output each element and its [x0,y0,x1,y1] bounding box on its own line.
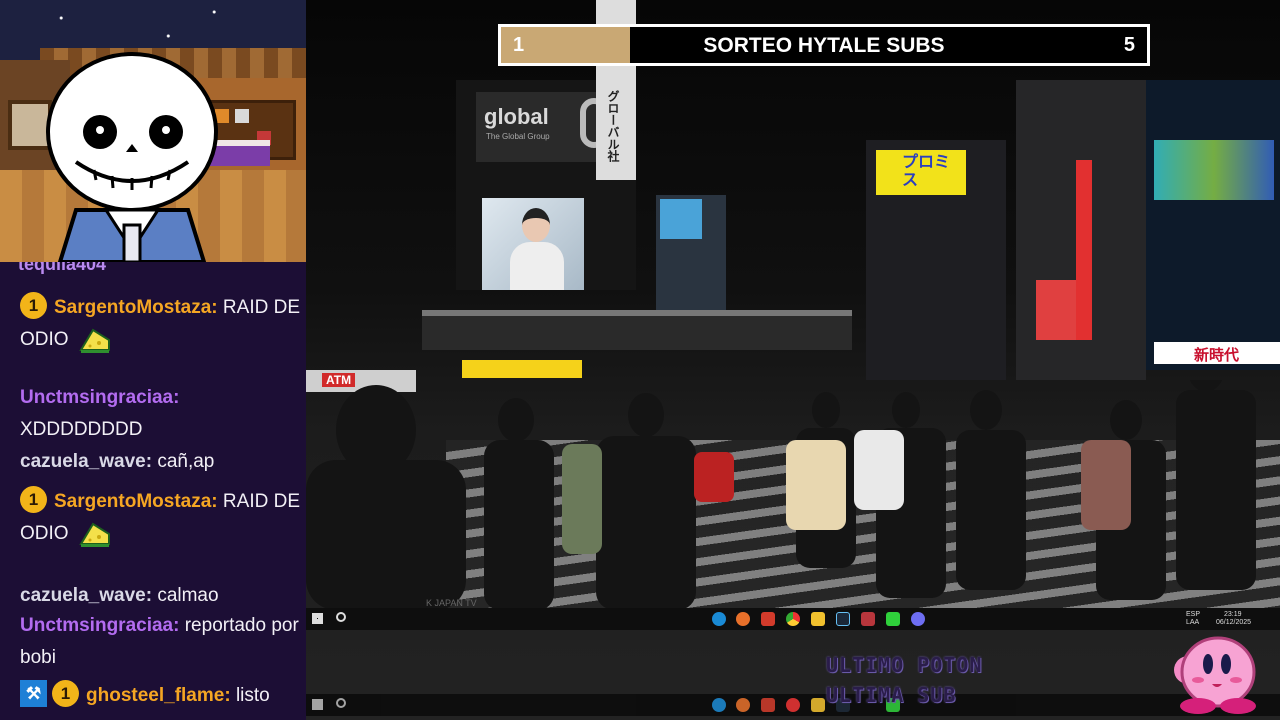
cheese-emote-icon [78,328,110,353]
sub-month-badge-icon: 1 [20,292,47,320]
folder-icon [811,698,825,712]
captured-taskbar-echo [306,694,1280,716]
goal-current-count: 1 [513,34,525,56]
chat-username[interactable]: SargentoMostaza: [54,491,218,512]
chat-message-text: calmao [157,585,219,606]
last-sub-overlay: ULTIMO POTON ULTIMA SUB [826,650,983,710]
red-vertical-sign [1076,160,1092,340]
cheese-emote-icon [78,522,110,547]
chat-message: 1 SargentoMostaza: RAID DE ODIO [20,486,300,550]
captured-taskbar: ESP LAA 23:19 06/12/2025 [306,608,1280,630]
shinjidai-sign-text: 新時代 [1194,347,1240,364]
chat-username[interactable]: cazuela_wave: [20,585,152,606]
skeleton-avatar [46,52,218,262]
building-tall [1016,80,1146,380]
chat-message-text: listo [235,685,270,706]
global-sign-subtext: The Global Group [486,132,550,141]
chat-username[interactable]: Unctmsingraciaa: [20,615,179,636]
brave-icon[interactable] [761,612,775,626]
red-sign [1036,280,1076,340]
discord-icon[interactable] [911,612,925,626]
promise-sign: プロミス [876,150,966,195]
screen-sign [660,199,702,239]
chat-message: Unctmsingraciaa: XDDDDDDDD [20,382,300,446]
chat-message: cazuela_wave: calmao [20,580,300,612]
chat-username[interactable]: SargentoMostaza: [54,297,218,318]
chat-username[interactable]: cazuela_wave: [20,451,152,472]
sub-month-badge-icon: 1 [52,680,79,708]
firefox-icon [736,698,750,712]
station-canopy [422,310,852,350]
folder-icon[interactable] [811,612,825,626]
firefox-icon[interactable] [736,612,750,626]
building-right: 新時代 [1146,80,1280,370]
search-icon[interactable] [336,612,346,622]
promise-sign-text: プロミス [902,154,951,189]
windows-start-icon [312,699,323,710]
chat-message: cazuela_wave: cañ,ap [20,446,300,478]
kirby-sprite [1174,636,1256,714]
led-screen [1154,140,1274,200]
global-sign-text: global [484,104,549,129]
global-sign: global The Global Group [476,92,616,162]
taskbar-date: 06/12/2025 [1216,619,1252,626]
building-center [656,195,726,320]
chat-message: ⚒ 1 ghosteel_flame: listo [20,680,300,712]
billboard-woman [482,198,584,290]
valorant-icon[interactable] [861,612,875,626]
edge-icon [712,698,726,712]
windows-start-icon[interactable] [312,613,323,624]
steam-icon[interactable] [836,612,850,626]
vertical-sign-text: グローバル社 [606,90,620,162]
taskbar-lang-1: ESP [1186,611,1201,618]
chat-panel: tequila404 1 SargentoMostaza: RAID DE ODI… [0,262,306,720]
sub-goal-bar: SORTEO HYTALE SUBS 1 5 [498,24,1150,66]
chrome-icon [786,698,800,712]
chat-username[interactable]: Unctmsingraciaa: [20,387,179,408]
goal-target-count: 5 [1123,34,1135,56]
webcam-panel [0,0,306,262]
chat-partial-message: tequila404 [18,262,107,274]
moderator-badge-icon: ⚒ [20,680,47,708]
chat-username[interactable]: ghosteel_flame: [86,685,231,706]
video-watermark: K JAPAN TV [426,598,477,608]
crowd [306,380,1256,610]
overlay-line-2: ULTIMA SUB [826,683,957,707]
taskbar-time: 23:19 [1224,611,1242,618]
goal-title: SORTEO HYTALE SUBS [703,34,945,57]
chat-message-text: XDDDDDDDD [20,419,143,440]
sub-month-badge-icon: 1 [20,486,47,514]
spotify-icon[interactable] [886,612,900,626]
overlay-line-1: ULTIMO POTON [826,653,983,677]
chrome-icon[interactable] [786,612,800,626]
chat-message: Unctmsingraciaa: reportado por bobi [20,610,300,674]
edge-icon[interactable] [712,612,726,626]
search-icon [336,698,346,708]
chat-message: 1 SargentoMostaza: RAID DE ODIO [20,292,300,356]
chat-message-text: cañ,ap [157,451,215,472]
yellow-shop-sign [462,360,582,378]
shinjidai-sign: 新時代 [1154,342,1280,364]
taskbar-lang-2: LAA [1186,619,1200,626]
brave-icon [761,698,775,712]
stream-video: global The Global Group グローバル社 プロミス 新時代 … [306,0,1280,720]
building-promise: プロミス [866,140,1006,380]
